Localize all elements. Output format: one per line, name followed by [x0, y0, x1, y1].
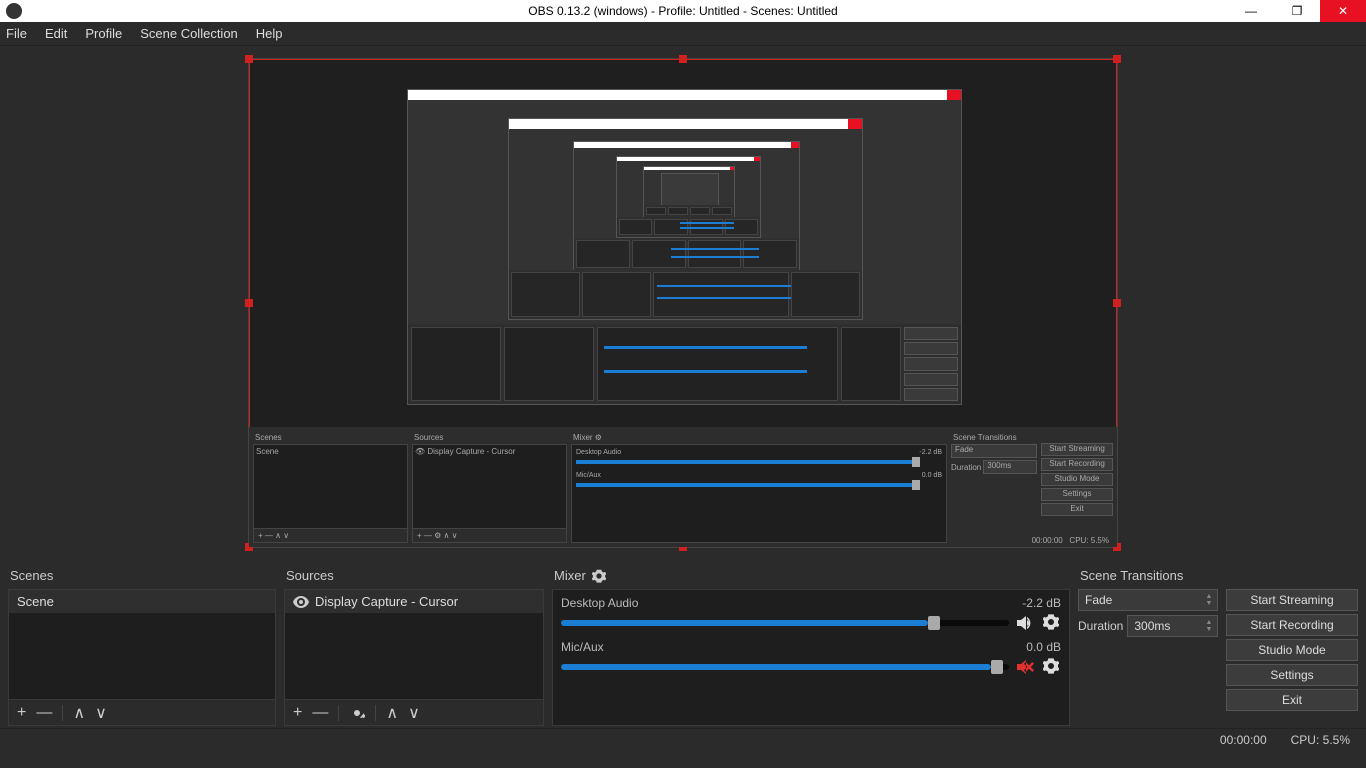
- scenes-title: Scenes: [8, 566, 276, 589]
- menu-edit[interactable]: Edit: [45, 26, 67, 41]
- maximize-button[interactable]: ❐: [1274, 0, 1320, 22]
- volume-slider[interactable]: [561, 664, 1009, 670]
- bottom-panels: Scenes Scene + — ∧ ∨ Sources Display Cap…: [0, 560, 1366, 728]
- scenes-list[interactable]: Scene: [8, 589, 276, 700]
- selection-handle[interactable]: [1113, 299, 1121, 307]
- menu-help[interactable]: Help: [256, 26, 283, 41]
- mixer-title: Mixer: [552, 566, 1070, 589]
- visibility-icon[interactable]: [293, 596, 309, 608]
- studio-mode-button[interactable]: Studio Mode: [1226, 639, 1358, 661]
- scene-down-button[interactable]: ∨: [95, 703, 107, 723]
- source-up-button[interactable]: ∧: [386, 703, 398, 723]
- menu-file[interactable]: File: [6, 26, 27, 41]
- scene-up-button[interactable]: ∧: [73, 703, 85, 723]
- window-title: OBS 0.13.2 (windows) - Profile: Untitled…: [528, 4, 837, 18]
- source-properties-button[interactable]: [349, 705, 365, 721]
- selection-handle[interactable]: [679, 55, 687, 63]
- close-button[interactable]: ✕: [1320, 0, 1366, 22]
- scenes-panel: Scenes Scene + — ∧ ∨: [8, 566, 276, 726]
- remove-scene-button[interactable]: —: [36, 704, 52, 722]
- menu-scene-collection[interactable]: Scene Collection: [140, 26, 238, 41]
- source-item[interactable]: Display Capture - Cursor: [285, 590, 543, 613]
- channel-level: -2.2 dB: [1022, 596, 1061, 610]
- status-cpu: CPU: 5.5%: [1291, 733, 1350, 747]
- mixer-panel: Mixer Desktop Audio -2.2 dB: [552, 566, 1070, 726]
- mixer-body: Desktop Audio -2.2 dB: [552, 589, 1070, 726]
- settings-button[interactable]: Settings: [1226, 664, 1358, 686]
- add-source-button[interactable]: +: [293, 704, 302, 722]
- status-bar: 00:00:00 CPU: 5.5%: [0, 728, 1366, 750]
- mixer-channel-desktop: Desktop Audio -2.2 dB: [561, 596, 1061, 632]
- recursive-capture-6: [661, 173, 719, 206]
- start-streaming-button[interactable]: Start Streaming: [1226, 589, 1358, 611]
- recursive-capture-3: [573, 141, 800, 271]
- menu-bar: File Edit Profile Scene Collection Help: [0, 22, 1366, 46]
- duration-label: Duration: [1078, 619, 1123, 633]
- duration-input[interactable]: 300ms ▲▼: [1127, 615, 1218, 637]
- spinner-icon: ▲▼: [1203, 590, 1215, 610]
- sources-list[interactable]: Display Capture - Cursor: [284, 589, 544, 700]
- transitions-panel: Scene Transitions Fade ▲▼ Duration 300ms…: [1078, 566, 1218, 726]
- app-icon: [6, 3, 22, 19]
- selection-handle[interactable]: [245, 55, 253, 63]
- volume-slider[interactable]: [561, 620, 1009, 626]
- mixer-settings-icon[interactable]: [592, 569, 606, 583]
- recursive-capture-4: [616, 156, 761, 238]
- status-time: 00:00:00: [1220, 733, 1267, 747]
- mic-muted-icon[interactable]: [1017, 658, 1035, 676]
- sources-toolbar: + — ∧ ∨: [284, 700, 544, 726]
- selection-handle[interactable]: [245, 299, 253, 307]
- sources-panel: Sources Display Capture - Cursor + — ∧ ∨: [284, 566, 544, 726]
- scenes-toolbar: + — ∧ ∨: [8, 700, 276, 726]
- scene-item[interactable]: Scene: [9, 590, 275, 613]
- remove-source-button[interactable]: —: [312, 704, 328, 722]
- mixer-channel-mic: Mic/Aux 0.0 dB: [561, 640, 1061, 676]
- preview-canvas[interactable]: Scenes Scene + — ∧ ∨ Sources 👁 Display C…: [248, 58, 1118, 548]
- source-down-button[interactable]: ∨: [408, 703, 420, 723]
- sources-title: Sources: [284, 566, 544, 589]
- spinner-icon: ▲▼: [1203, 616, 1215, 636]
- transition-select[interactable]: Fade ▲▼: [1078, 589, 1218, 611]
- speaker-icon[interactable]: [1017, 614, 1035, 632]
- exit-button[interactable]: Exit: [1226, 689, 1358, 711]
- recursive-capture-5: [643, 166, 735, 218]
- channel-level: 0.0 dB: [1026, 640, 1061, 654]
- recursive-capture-2: [508, 118, 863, 320]
- start-recording-button[interactable]: Start Recording: [1226, 614, 1358, 636]
- window-controls: — ❐ ✕: [1228, 0, 1366, 22]
- channel-settings-icon[interactable]: [1043, 614, 1061, 632]
- window-titlebar: OBS 0.13.2 (windows) - Profile: Untitled…: [0, 0, 1366, 22]
- selection-handle[interactable]: [1113, 55, 1121, 63]
- add-scene-button[interactable]: +: [17, 704, 26, 722]
- channel-name: Mic/Aux: [561, 640, 604, 654]
- controls-panel: Start Streaming Start Recording Studio M…: [1226, 566, 1358, 726]
- recursive-capture-1: [407, 89, 962, 405]
- channel-name: Desktop Audio: [561, 596, 638, 610]
- minimize-button[interactable]: —: [1228, 0, 1274, 22]
- transitions-title: Scene Transitions: [1078, 566, 1218, 589]
- menu-profile[interactable]: Profile: [85, 26, 122, 41]
- preview-area: Scenes Scene + — ∧ ∨ Sources 👁 Display C…: [0, 46, 1366, 560]
- channel-settings-icon[interactable]: [1043, 658, 1061, 676]
